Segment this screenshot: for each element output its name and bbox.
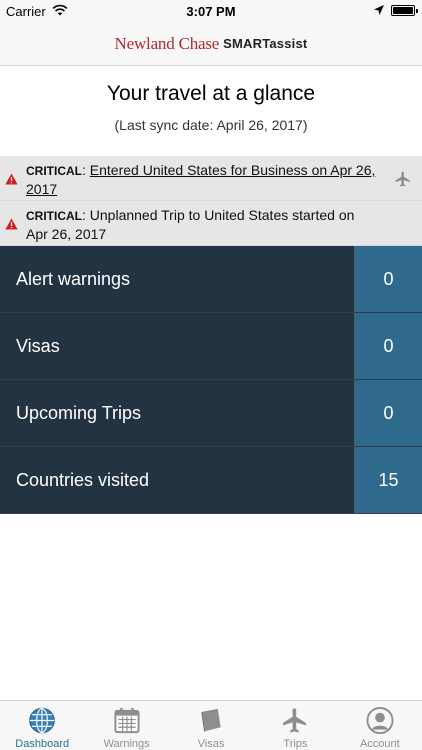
tab-bar: Dashboard Warnings Visas Trips Account (0, 700, 422, 750)
alert-separator: : (82, 162, 90, 178)
status-bar: Carrier 3:07 PM (0, 0, 422, 22)
summary-row-upcoming-trips[interactable]: Upcoming Trips 0 (0, 380, 422, 447)
sync-date: (Last sync date: April 26, 2017) (114, 117, 308, 133)
alert-separator: : (82, 207, 90, 223)
passport-icon (201, 708, 221, 733)
page-title: Your travel at a glance (106, 82, 316, 105)
tab-account[interactable]: Account (338, 701, 422, 750)
summary-label: Countries visited (0, 447, 355, 513)
alert-row-entry[interactable]: CRITICAL: Entered United States for Busi… (0, 156, 422, 201)
warning-icon (5, 218, 18, 230)
summary-count: 0 (355, 246, 422, 312)
summary-label: Alert warnings (0, 246, 355, 312)
battery-icon (391, 5, 418, 16)
summary-count: 0 (355, 313, 422, 379)
tab-label: Dashboard (15, 738, 70, 750)
summary-list: Alert warnings 0 Visas 0 Upcoming Trips … (0, 246, 422, 514)
alert-severity: CRITICAL (26, 209, 82, 223)
globe-icon (29, 707, 56, 734)
calendar-icon (114, 707, 140, 734)
tab-label: Account (359, 738, 400, 750)
alert-severity: CRITICAL (26, 164, 82, 178)
summary-count: 15 (355, 447, 422, 513)
alert-row-trip[interactable]: CRITICAL: Unplanned Trip to United State… (0, 201, 422, 246)
summary-label: Visas (0, 313, 355, 379)
summary-row-visas[interactable]: Visas 0 (0, 313, 422, 380)
logo-product: SMARTassist (223, 36, 308, 51)
tab-warnings[interactable]: Warnings (84, 701, 168, 750)
airplane-icon (283, 708, 307, 733)
tab-label: Visas (197, 738, 225, 750)
warning-icon (5, 173, 18, 185)
summary-label: Upcoming Trips (0, 380, 355, 446)
alerts-list: CRITICAL: Entered United States for Busi… (0, 156, 422, 246)
tab-trips[interactable]: Trips (253, 701, 337, 750)
app-header: Newland Chase SMARTassist (0, 22, 422, 66)
summary-row-alert-warnings[interactable]: Alert warnings 0 (0, 246, 422, 313)
summary-count: 0 (355, 380, 422, 446)
tab-dashboard[interactable]: Dashboard (0, 701, 84, 750)
tab-visas[interactable]: Visas (169, 701, 253, 750)
location-arrow-icon (374, 5, 384, 15)
clock: 3:07 PM (186, 4, 236, 19)
logo-brand: Newland Chase (114, 33, 220, 53)
tab-label: Trips (283, 738, 308, 750)
user-icon (366, 706, 394, 735)
summary-row-countries-visited[interactable]: Countries visited 15 (0, 447, 422, 514)
airplane-icon[interactable] (394, 170, 412, 188)
tab-label: Warnings (103, 738, 150, 750)
